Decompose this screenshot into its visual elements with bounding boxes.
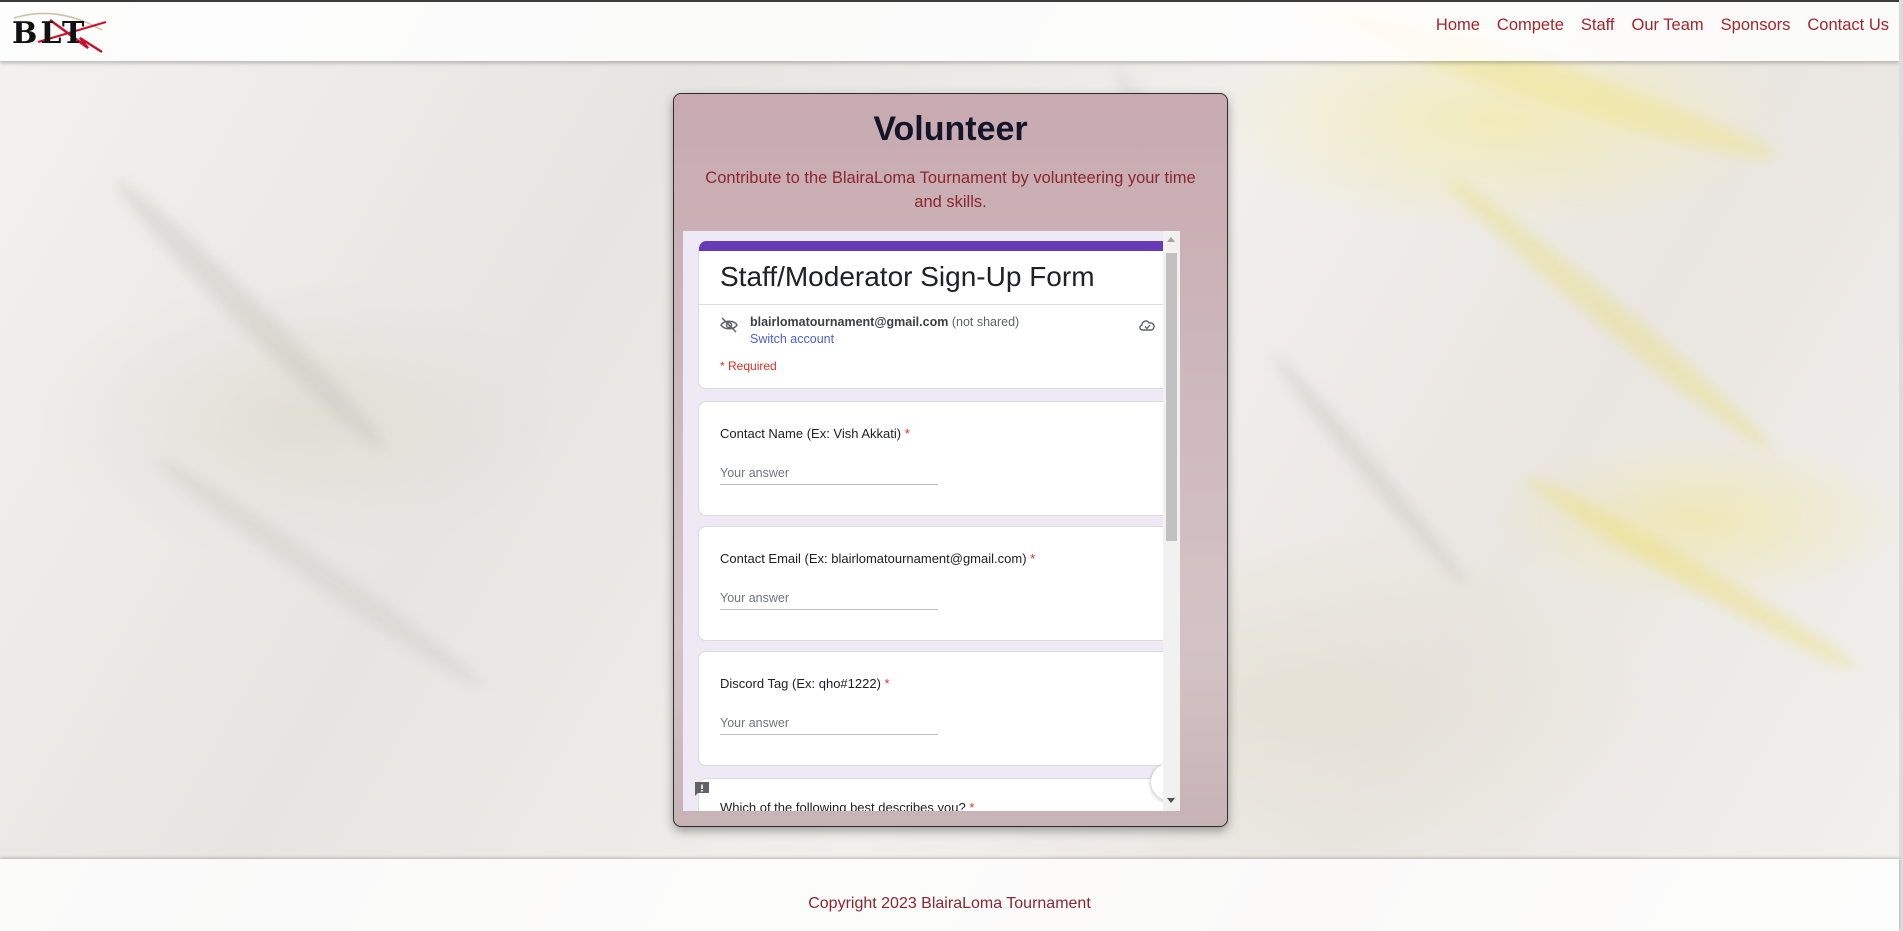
required-star: *	[1030, 551, 1036, 566]
embedded-form-frame[interactable]: Staff/Moderator Sign-Up Form blairlomato…	[683, 231, 1180, 811]
question-label: Discord Tag (Ex: qho#1222) *	[720, 676, 890, 691]
page-scrollbar[interactable]	[1899, 0, 1903, 931]
required-star: *	[904, 426, 910, 441]
required-star: *	[884, 676, 890, 691]
nav-home[interactable]: Home	[1436, 16, 1480, 35]
copyright-text: Copyright 2023 BlairaLoma Tournament	[808, 895, 1091, 912]
account-email: blairlomatournament@gmail.com	[750, 315, 949, 329]
form-scrollbar[interactable]	[1163, 231, 1180, 811]
question-card-contact-name: Contact Name (Ex: Vish Akkati) * Your an…	[698, 401, 1178, 516]
volunteer-title: Volunteer	[873, 110, 1028, 148]
discord-tag-input[interactable]: Your answer	[720, 716, 938, 735]
scroll-up-arrow-icon[interactable]	[1167, 237, 1175, 242]
nav-our-team[interactable]: Our Team	[1632, 16, 1704, 35]
required-star: *	[969, 800, 975, 811]
account-note: (not shared)	[951, 315, 1020, 329]
required-note: * Required	[720, 359, 777, 373]
question-card-contact-email: Contact Email (Ex: blairlomatournament@g…	[698, 526, 1178, 641]
volunteer-card: Volunteer Contribute to the BlairaLoma T…	[673, 93, 1228, 827]
scroll-down-arrow-icon[interactable]	[1167, 798, 1175, 803]
switch-account-link[interactable]: Switch account	[750, 332, 834, 346]
nav-contact-us[interactable]: Contact Us	[1807, 16, 1889, 35]
blt-logo[interactable]: BLT	[10, 8, 110, 56]
account-info: blairlomatournament@gmail.com (not share…	[750, 315, 1019, 329]
eye-off-icon	[720, 317, 738, 333]
contact-email-input[interactable]: Your answer	[720, 591, 938, 610]
nav-sponsors[interactable]: Sponsors	[1721, 16, 1791, 35]
question-label: Which of the following best describes yo…	[720, 800, 974, 811]
nav-staff[interactable]: Staff	[1581, 16, 1615, 35]
volunteer-subtitle: Contribute to the BlairaLoma Tournament …	[705, 169, 1196, 211]
site-header: BLT Home Compete Staff Our Team Sponsors…	[0, 2, 1899, 61]
report-problem-icon[interactable]	[694, 781, 710, 797]
cloud-saved-icon	[1139, 320, 1155, 331]
form-title: Staff/Moderator Sign-Up Form	[720, 261, 1095, 292]
main-nav: Home Compete Staff Our Team Sponsors Con…	[1436, 16, 1889, 35]
divider	[699, 304, 1177, 305]
logo-text: BLT	[12, 16, 88, 51]
question-label: Contact Email (Ex: blairlomatournament@g…	[720, 551, 1036, 566]
form-accent-bar	[699, 241, 1177, 251]
scroll-thumb[interactable]	[1166, 253, 1177, 541]
contact-name-input[interactable]: Your answer	[720, 466, 938, 485]
nav-compete[interactable]: Compete	[1497, 16, 1564, 35]
site-footer: Copyright 2023 BlairaLoma Tournament	[0, 859, 1899, 931]
question-card-discord-tag: Discord Tag (Ex: qho#1222) * Your answer	[698, 651, 1178, 766]
question-card-describes-you: Which of the following best describes yo…	[698, 778, 1178, 811]
form-header-card: Staff/Moderator Sign-Up Form blairlomato…	[698, 241, 1178, 389]
question-label: Contact Name (Ex: Vish Akkati) *	[720, 426, 910, 441]
